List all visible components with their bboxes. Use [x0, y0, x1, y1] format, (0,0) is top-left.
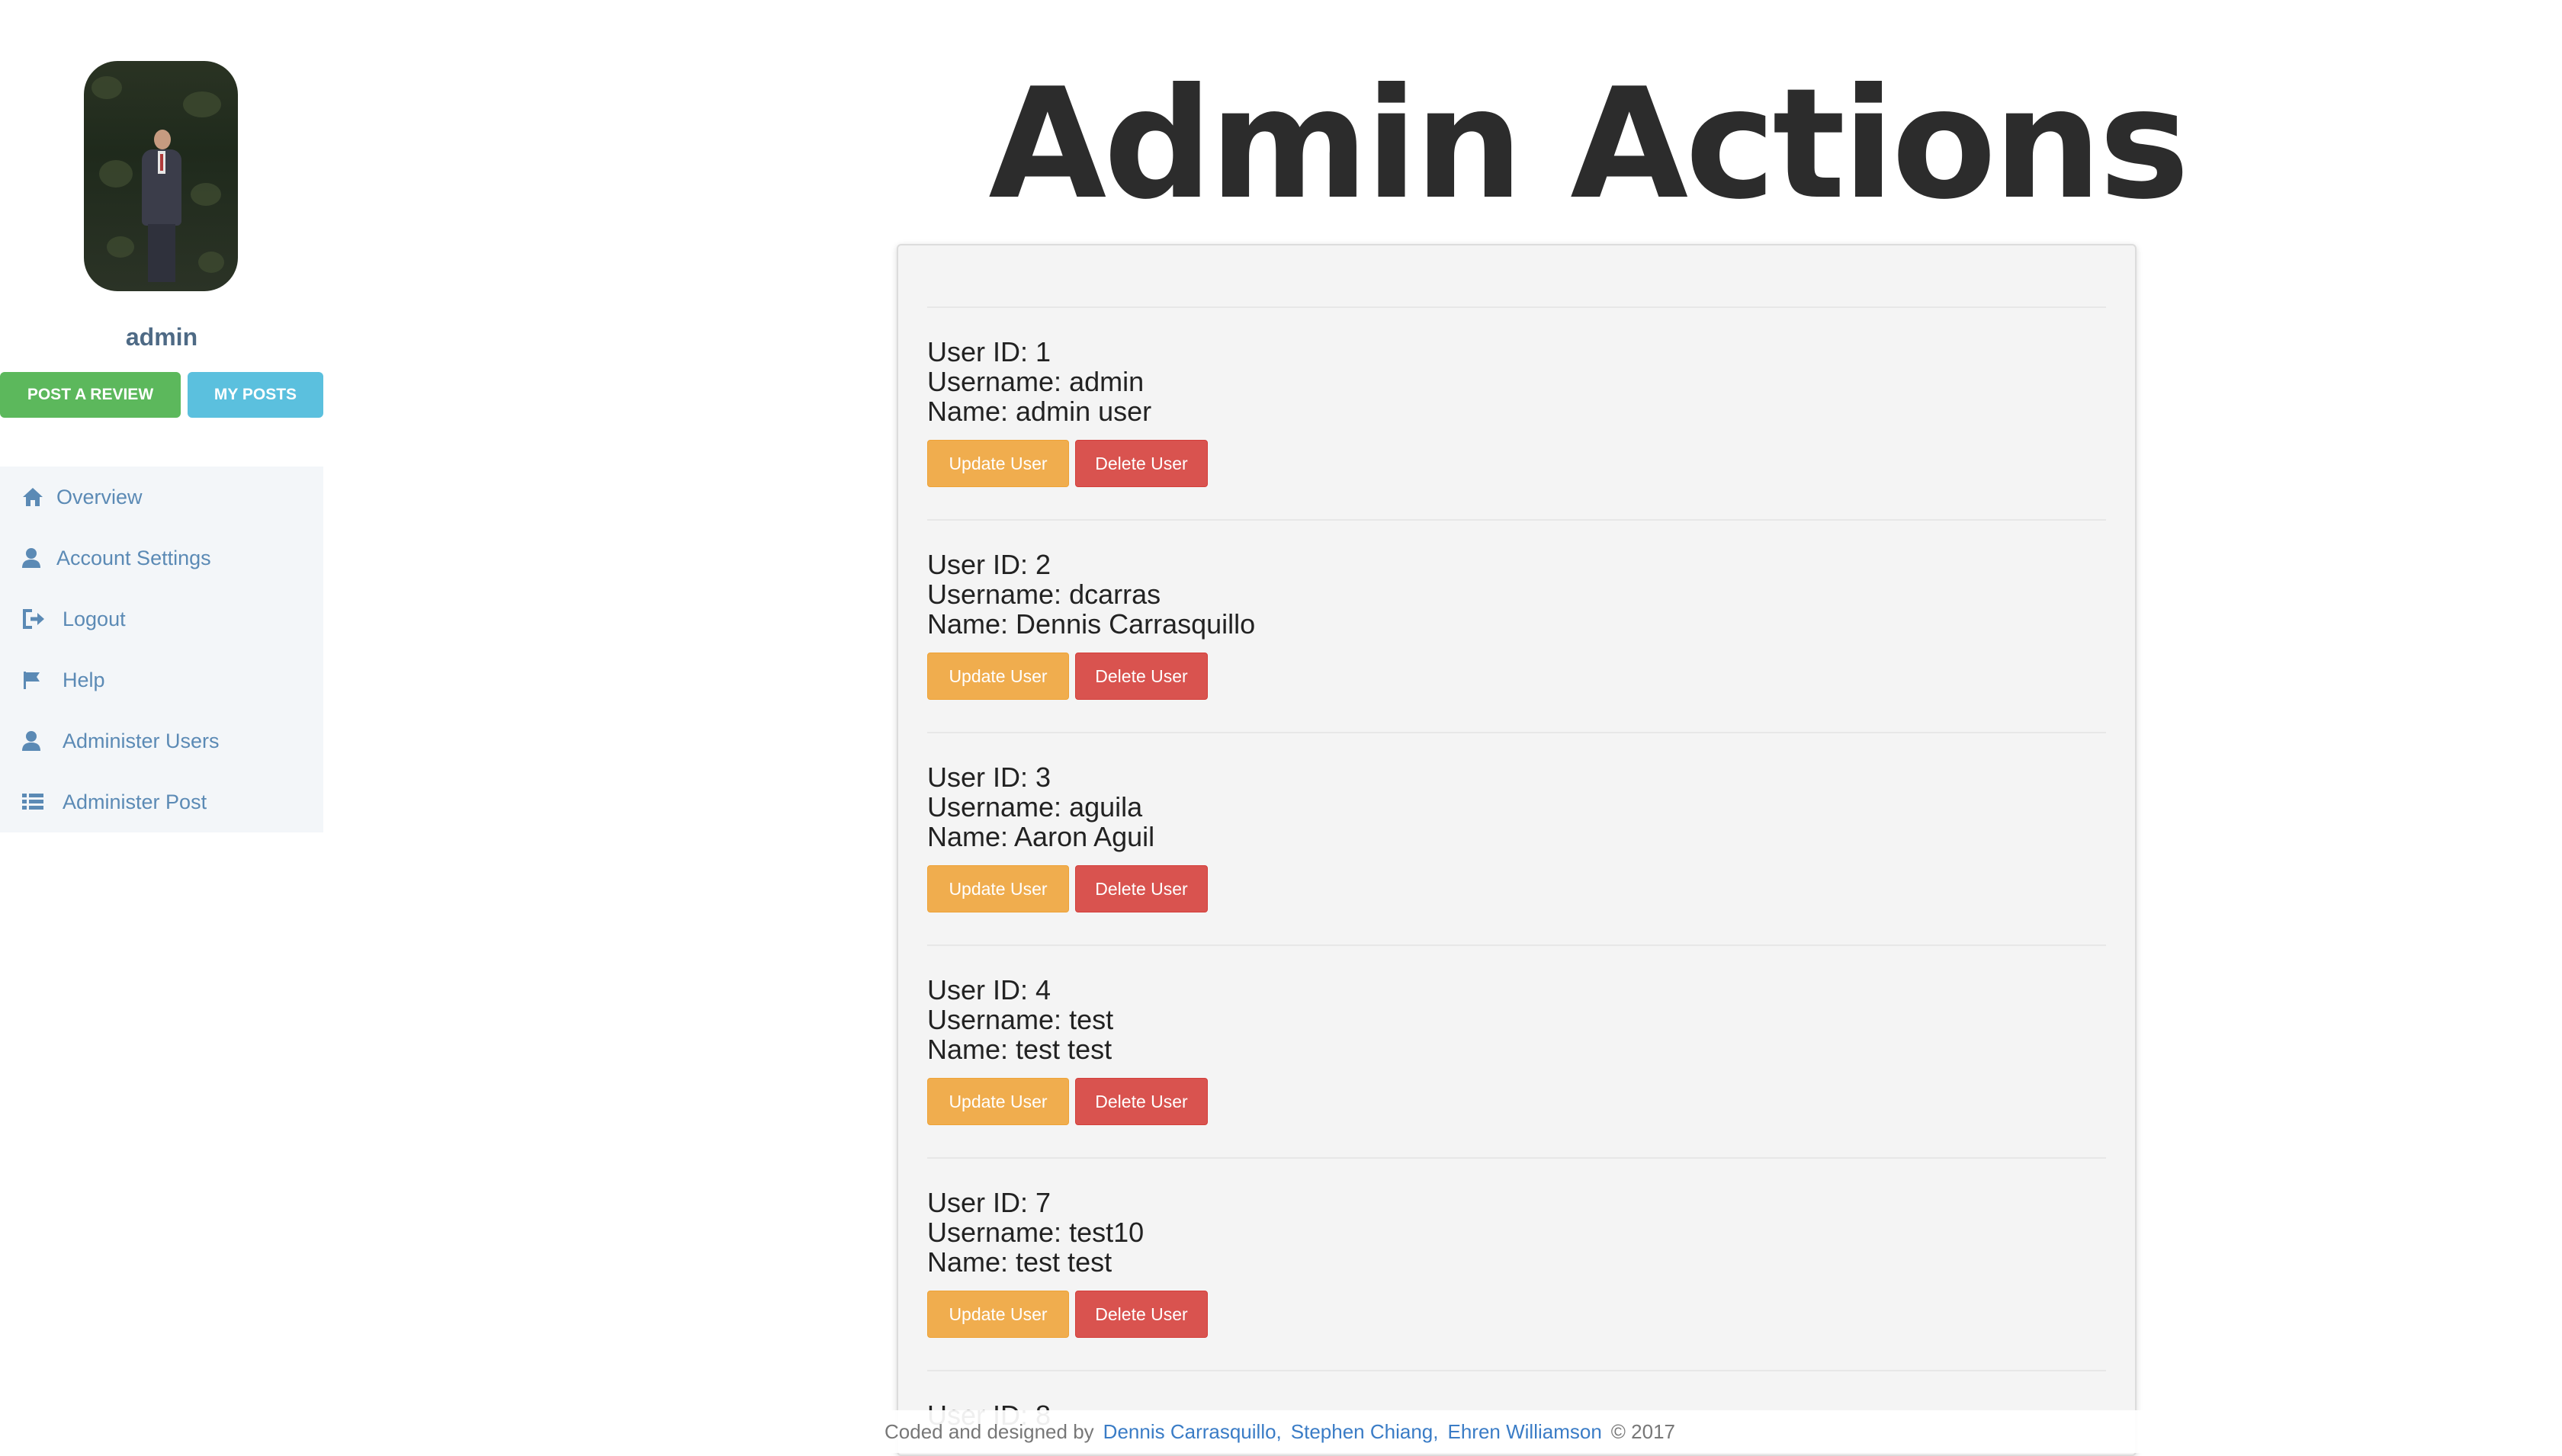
logout-icon	[21, 607, 52, 631]
post-review-button[interactable]: POST A REVIEW	[0, 372, 181, 418]
footer-author-link[interactable]: Ehren Williamson	[1448, 1420, 1602, 1444]
user-username: Username: admin	[927, 366, 1145, 397]
update-user-button[interactable]: Update User	[927, 653, 1069, 700]
user-name: Name: admin user	[927, 396, 1152, 427]
delete-user-button[interactable]: Delete User	[1075, 653, 1208, 700]
sidebar-item-label: Help	[63, 668, 105, 691]
sidebar-username: admin	[125, 323, 198, 351]
user-id: User ID: 3	[927, 762, 1051, 793]
update-user-button[interactable]: Update User	[927, 1291, 1069, 1338]
footer-author-link[interactable]: Dennis Carrasquillo,	[1103, 1420, 1282, 1444]
user-username: Username: dcarras	[927, 579, 1161, 610]
user-icon	[21, 729, 52, 753]
users-panel: User ID: 1 Username: admin Name: admin u…	[897, 244, 2137, 1456]
user-name: Name: Aaron Aguil	[927, 821, 1155, 852]
user-id: User ID: 1	[927, 336, 1051, 367]
user-id: User ID: 7	[927, 1187, 1051, 1218]
update-user-button[interactable]: Update User	[927, 865, 1069, 912]
user-name: Name: Dennis Carrasquillo	[927, 608, 1256, 640]
divider	[927, 944, 2106, 946]
delete-user-button[interactable]: Delete User	[1075, 440, 1208, 487]
update-user-button[interactable]: Update User	[927, 1078, 1069, 1125]
divider	[927, 1370, 2106, 1371]
flag-icon	[21, 668, 52, 692]
user-name: Name: test test	[927, 1034, 1112, 1065]
delete-user-button[interactable]: Delete User	[1075, 1291, 1208, 1338]
divider	[927, 519, 2106, 521]
user-entry: User ID: 4 Username: test Name: test tes…	[927, 975, 2071, 1125]
user-username: Username: test10	[927, 1217, 1145, 1248]
footer-author-link[interactable]: Stephen Chiang,	[1291, 1420, 1439, 1444]
user-id: User ID: 4	[927, 974, 1051, 1005]
user-username: Username: aguila	[927, 791, 1143, 823]
user-entry: User ID: 7 Username: test10 Name: test t…	[927, 1188, 2071, 1338]
update-user-button[interactable]: Update User	[927, 440, 1069, 487]
divider	[927, 306, 2106, 308]
sidebar-item-help[interactable]: Help	[0, 649, 323, 710]
user-username: Username: test	[927, 1004, 1114, 1035]
user-entry: User ID: 2 Username: dcarras Name: Denni…	[927, 550, 2071, 700]
delete-user-button[interactable]: Delete User	[1075, 1078, 1208, 1125]
list-icon	[21, 790, 52, 814]
footer-credit: Coded and designed by	[884, 1419, 1094, 1443]
user-icon	[21, 546, 52, 570]
user-id: User ID: 2	[927, 549, 1051, 580]
user-name: Name: test test	[927, 1246, 1112, 1278]
sidebar-item-label: Overview	[56, 485, 143, 508]
divider	[927, 732, 2106, 733]
delete-user-button[interactable]: Delete User	[1075, 865, 1208, 912]
my-posts-button[interactable]: MY POSTS	[188, 372, 323, 418]
sidebar-item-account-settings[interactable]: Account Settings	[0, 528, 323, 588]
user-entry: User ID: 3 Username: aguila Name: Aaron …	[927, 762, 2071, 912]
sidebar-item-label: Logout	[63, 607, 126, 630]
divider	[927, 1157, 2106, 1159]
sidebar-item-label: Administer Users	[63, 729, 220, 752]
page-title: Admin Actions	[988, 56, 2189, 233]
sidebar-item-administer-users[interactable]: Administer Users	[0, 710, 323, 771]
sidebar-item-label: Administer Post	[63, 790, 207, 813]
footer: Coded and designed by Dennis Carrasquill…	[884, 1410, 2150, 1453]
sidebar-nav: Overview Account Settings Logout Help Ad…	[0, 467, 323, 832]
sidebar-item-logout[interactable]: Logout	[0, 588, 323, 649]
sidebar-item-overview[interactable]: Overview	[0, 467, 323, 528]
sidebar-item-administer-post[interactable]: Administer Post	[0, 771, 323, 832]
home-icon	[21, 485, 52, 509]
avatar	[84, 61, 238, 291]
sidebar-item-label: Account Settings	[56, 546, 211, 569]
footer-copyright: © 2017	[1610, 1419, 1676, 1443]
user-entry: User ID: 1 Username: admin Name: admin u…	[927, 337, 2071, 487]
